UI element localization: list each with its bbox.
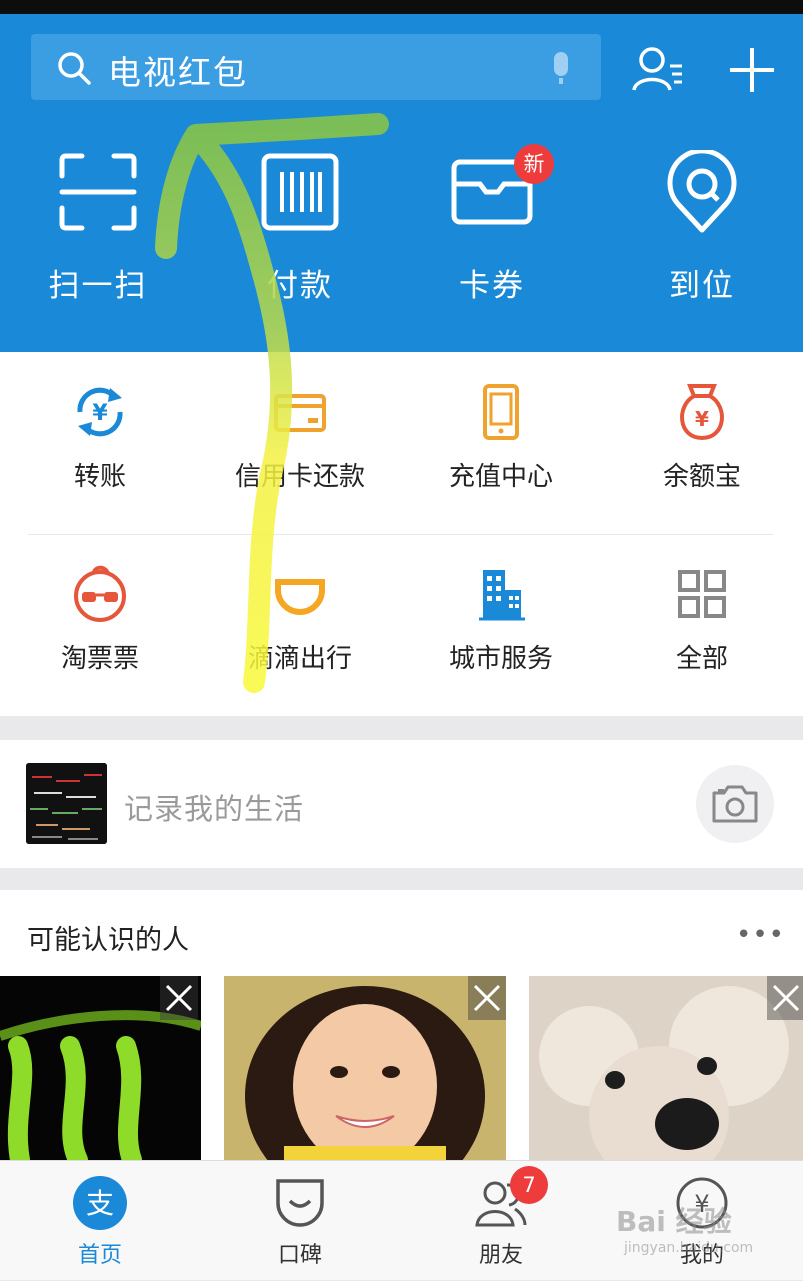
person-card[interactable] bbox=[0, 976, 201, 1160]
close-icon bbox=[165, 984, 193, 1012]
quick-label: 到位 bbox=[669, 268, 735, 304]
status-bar bbox=[0, 0, 803, 14]
service-label: 全部 bbox=[675, 644, 728, 674]
service-label: 余额宝 bbox=[662, 462, 741, 492]
service-topup[interactable]: 充值中心 bbox=[401, 352, 601, 522]
friends-badge: 7 bbox=[510, 1166, 548, 1204]
tab-friends[interactable]: 朋友 bbox=[401, 1161, 601, 1281]
svg-text:¥: ¥ bbox=[92, 401, 108, 426]
service-label: 城市服务 bbox=[448, 644, 553, 674]
quick-location[interactable]: 到位 bbox=[632, 150, 772, 304]
tab-home[interactable]: 支 首页 bbox=[0, 1161, 200, 1281]
search-input[interactable]: 电视红包 bbox=[108, 46, 248, 94]
person-photo bbox=[224, 976, 506, 1160]
service-yuebao[interactable]: ¥ 余额宝 bbox=[602, 352, 802, 522]
service-label: 转账 bbox=[73, 462, 126, 492]
svg-text:支: 支 bbox=[86, 1187, 114, 1220]
tab-label: 口碑 bbox=[277, 1243, 322, 1268]
scan-icon bbox=[59, 153, 137, 231]
microphone-icon[interactable] bbox=[546, 50, 576, 86]
service-transfer[interactable]: ¥ 转账 bbox=[0, 352, 200, 522]
service-label: 信用卡还款 bbox=[234, 462, 365, 492]
grid-divider bbox=[28, 534, 773, 535]
money-bag-icon: ¥ bbox=[680, 384, 724, 441]
service-label: 充值中心 bbox=[448, 462, 553, 492]
quick-label: 卡券 bbox=[459, 268, 525, 304]
koubei-icon bbox=[276, 1179, 324, 1227]
service-city[interactable]: 城市服务 bbox=[401, 534, 601, 704]
new-badge: 新 bbox=[514, 144, 554, 184]
camera-icon bbox=[712, 785, 758, 823]
close-icon bbox=[473, 984, 501, 1012]
avatar-image bbox=[26, 763, 107, 844]
dismiss-button[interactable] bbox=[767, 976, 803, 1020]
add-icon[interactable] bbox=[724, 42, 780, 98]
quick-label: 付款 bbox=[267, 268, 333, 304]
service-all[interactable]: 全部 bbox=[602, 534, 802, 704]
service-label: 淘票票 bbox=[60, 644, 139, 674]
quick-scan[interactable]: 扫一扫 bbox=[28, 150, 168, 304]
person-card[interactable] bbox=[529, 976, 803, 1160]
life-post-bar[interactable]: 记录我的生活 bbox=[0, 740, 803, 868]
quick-pay[interactable]: 付款 bbox=[230, 150, 370, 304]
tab-label: 朋友 bbox=[478, 1243, 523, 1268]
dismiss-button[interactable] bbox=[160, 976, 198, 1020]
dismiss-button[interactable] bbox=[468, 976, 506, 1020]
more-options-icon[interactable]: ••• bbox=[736, 920, 785, 950]
tab-label: 首页 bbox=[77, 1243, 122, 1268]
header: 电视红包 扫一扫 付款 卡券 到位 bbox=[0, 14, 803, 352]
watermark: Bai 经验 bbox=[616, 1205, 732, 1238]
svg-text:¥: ¥ bbox=[695, 407, 709, 431]
didi-icon bbox=[275, 579, 325, 615]
service-didi[interactable]: 滴滴出行 bbox=[200, 534, 400, 704]
building-icon bbox=[479, 570, 525, 621]
person-photo bbox=[529, 976, 803, 1160]
service-credit-card[interactable]: 信用卡还款 bbox=[200, 352, 400, 522]
barcode-icon bbox=[261, 153, 339, 231]
user-avatar[interactable] bbox=[26, 763, 107, 844]
phone-icon bbox=[483, 384, 519, 440]
location-pin-icon bbox=[667, 150, 737, 233]
section-title: 可能认识的人 bbox=[27, 925, 189, 956]
credit-card-icon bbox=[274, 394, 326, 432]
quick-label: 扫一扫 bbox=[48, 268, 148, 304]
tab-koubei[interactable]: 口碑 bbox=[200, 1161, 400, 1281]
grid-icon bbox=[678, 570, 726, 618]
alipay-home-icon: 支 bbox=[73, 1176, 127, 1230]
person-card[interactable] bbox=[224, 976, 506, 1160]
glasses-face-icon bbox=[74, 565, 126, 622]
close-icon bbox=[772, 984, 800, 1012]
contacts-icon[interactable] bbox=[630, 42, 686, 98]
search-bar[interactable]: 电视红包 bbox=[31, 34, 601, 100]
service-taopiaopiao[interactable]: 淘票票 bbox=[0, 534, 200, 704]
search-icon bbox=[58, 52, 91, 85]
watermark-url: jingyan.baidu.com bbox=[624, 1240, 754, 1256]
life-input[interactable]: 记录我的生活 bbox=[124, 786, 304, 828]
people-you-may-know: 可能认识的人 ••• bbox=[0, 890, 803, 1160]
service-label: 滴滴出行 bbox=[247, 644, 352, 674]
transfer-icon: ¥ bbox=[77, 387, 123, 437]
camera-button[interactable] bbox=[696, 765, 774, 843]
